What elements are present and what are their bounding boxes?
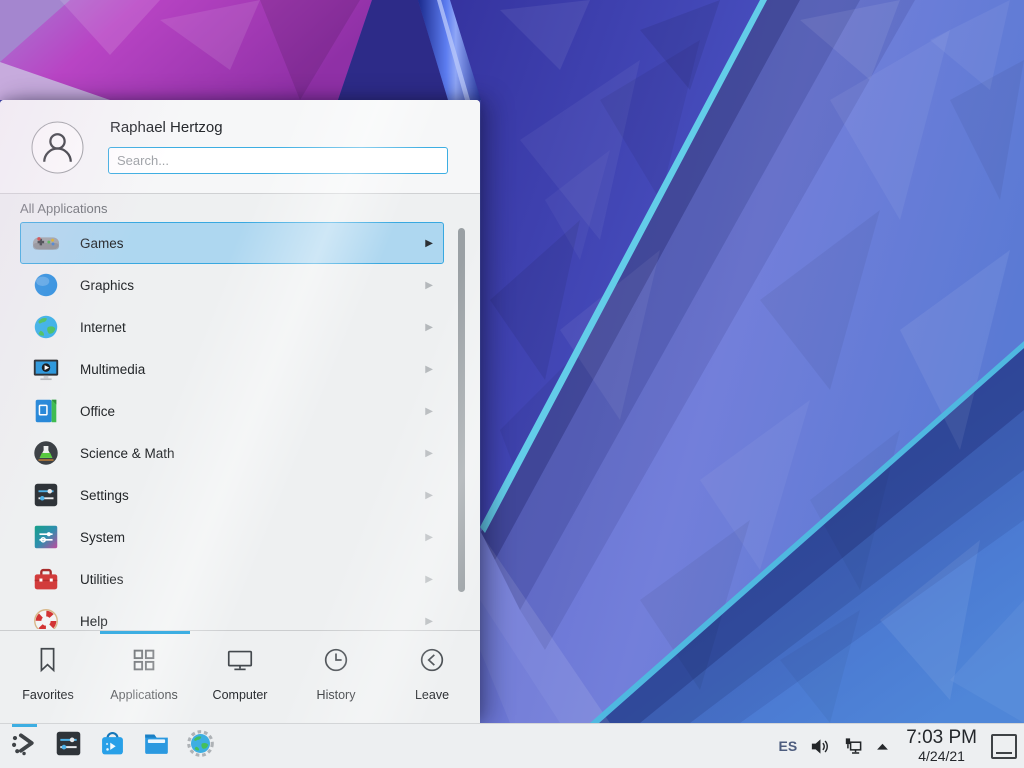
system-tray: ES [779,728,1024,764]
globe-gear-icon [186,729,215,763]
tab-label: Leave [415,688,449,702]
category-label: Utilities [80,572,425,587]
file-manager-button[interactable] [141,731,172,762]
tab-computer[interactable]: Computer [192,634,288,723]
launcher-tabbar: Favorites Applications [0,634,480,723]
clock-time: 7:03 PM [906,728,977,749]
network-icon[interactable] [842,736,863,757]
history-icon [321,645,351,680]
keyboard-layout-indicator[interactable]: ES [779,738,798,754]
category-row-graphics[interactable]: Graphics ▶ [20,264,444,306]
category-label: Science & Math [80,446,425,461]
category-row-help[interactable]: Help ▶ [20,600,444,629]
tab-label: History [317,688,356,702]
graphics-icon [31,270,61,300]
category-label: Graphics [80,278,425,293]
office-icon [31,396,61,426]
submenu-arrow-icon: ▶ [425,616,433,627]
settings-icon [31,480,61,510]
system-settings-button[interactable] [53,731,84,762]
tab-label: Favorites [22,688,73,702]
active-tab-indicator [100,631,190,634]
kde-launcher-icon [10,729,39,763]
system-settings-icon [54,729,83,763]
tab-label: Applications [110,688,177,702]
category-label: Games [80,236,425,251]
category-row-science-math[interactable]: Science & Math ▶ [20,432,444,474]
user-avatar[interactable] [31,121,84,174]
submenu-arrow-icon: ▶ [425,490,433,501]
category-label: Settings [80,488,425,503]
submenu-arrow-icon: ▶ [425,322,433,333]
applications-icon [129,645,159,680]
tab-favorites[interactable]: Favorites [0,634,96,723]
category-label: System [80,530,425,545]
category-row-multimedia[interactable]: Multimedia ▶ [20,348,444,390]
category-row-internet[interactable]: Internet ▶ [20,306,444,348]
system-icon [31,522,61,552]
tab-history[interactable]: History [288,634,384,723]
utilities-icon [31,564,61,594]
category-row-utilities[interactable]: Utilities ▶ [20,558,444,600]
taskbar: ES [0,723,1024,768]
show-desktop-button[interactable] [991,734,1017,759]
user-name: Raphael Hertzog [110,119,223,136]
submenu-arrow-icon: ▶ [425,280,433,291]
category-row-settings[interactable]: Settings ▶ [20,474,444,516]
submenu-arrow-icon: ▶ [425,532,433,543]
multimedia-icon [31,354,61,384]
launcher-header: Raphael Hertzog [0,100,480,194]
section-label: All Applications [20,201,107,216]
category-label: Help [80,614,425,629]
help-icon [31,606,61,629]
category-label: Multimedia [80,362,425,377]
application-launcher-popup: Raphael Hertzog All Applications [0,100,480,723]
launcher-button[interactable] [9,731,40,762]
digital-clock[interactable]: 7:03 PM 4/24/21 [906,728,977,764]
category-row-games[interactable]: Games ▶ [20,222,444,264]
tabbar-separator [0,630,480,631]
search-input[interactable] [108,147,448,174]
tab-leave[interactable]: Leave [384,634,480,723]
internet-icon [31,312,61,342]
category-row-system[interactable]: System ▶ [20,516,444,558]
submenu-arrow-icon: ▶ [425,448,433,459]
category-row-office[interactable]: Office ▶ [20,390,444,432]
list-scrollbar[interactable] [458,228,465,592]
computer-icon [225,645,255,680]
leave-icon [417,645,447,680]
submenu-arrow-icon: ▶ [425,406,433,417]
web-browser-button[interactable] [185,731,216,762]
discover-bag-icon [98,729,127,763]
favorites-icon [33,645,63,680]
volume-icon[interactable] [809,736,830,757]
submenu-arrow-icon: ▶ [425,574,433,585]
taskbar-apps [0,731,216,762]
tab-label: Computer [213,688,268,702]
folder-icon [142,729,171,763]
submenu-arrow-icon: ▶ [425,238,433,249]
category-list: Games ▶ Graphics ▶ [20,222,444,629]
expand-tray-arrow-icon[interactable] [875,742,890,751]
tab-applications[interactable]: Applications [96,634,192,723]
submenu-arrow-icon: ▶ [425,364,433,375]
science-icon [31,438,61,468]
games-icon [31,228,61,258]
desktop: Raphael Hertzog All Applications [0,0,1024,768]
category-label: Internet [80,320,425,335]
category-label: Office [80,404,425,419]
clock-date: 4/24/21 [906,749,977,764]
discover-button[interactable] [97,731,128,762]
